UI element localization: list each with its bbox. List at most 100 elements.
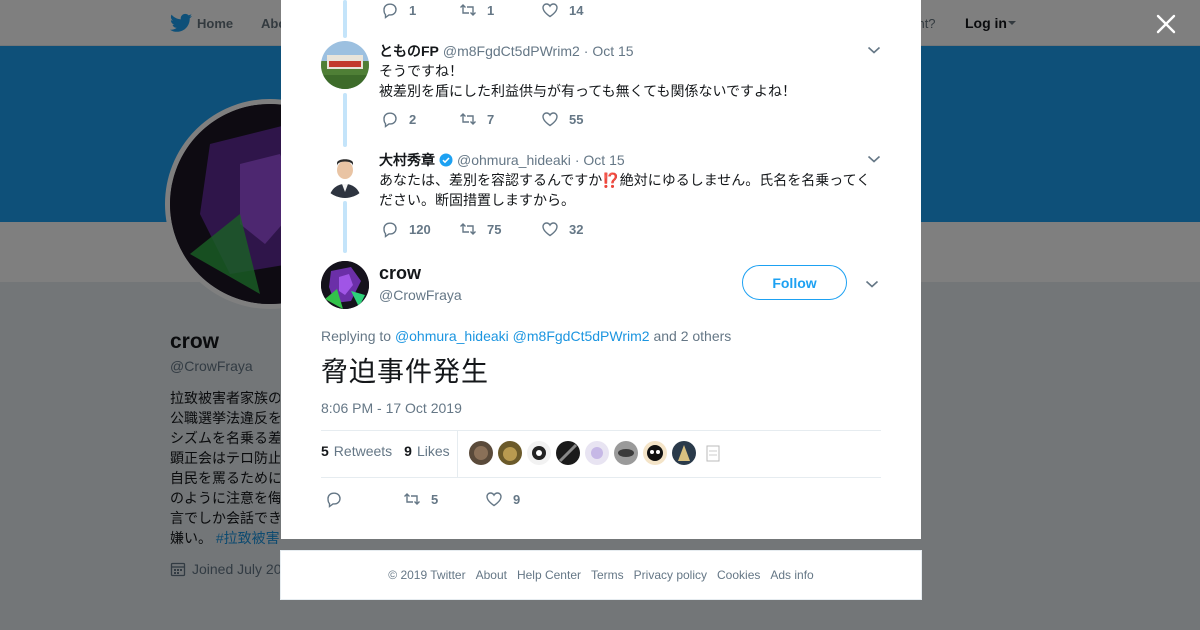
divider (321, 477, 881, 478)
tweet-modal: 1 1 14 とものFP @m8FgdCt5dPWrim2 · Oct 15 そ… (281, 0, 921, 539)
liker-avatar[interactable] (701, 441, 725, 465)
retweet-count: 1 (487, 2, 495, 18)
like-action[interactable]: 32 (541, 220, 583, 238)
reply-text-line: ださい。断固措置しますから。 (379, 192, 575, 208)
retweet-icon (460, 4, 476, 16)
retweets-stat-label: Retweets (333, 443, 393, 459)
reply-action[interactable] (325, 490, 403, 508)
tweet-actions: 5 9 (325, 490, 520, 508)
footer-help-link[interactable]: Help Center (517, 568, 581, 582)
thread-line (343, 0, 347, 38)
reply-text-line: あなたは、差別を容認するんですか⁉️絶対にゆるしません。氏名を名乗ってく (379, 172, 871, 188)
reply-tweet[interactable]: とものFP @m8FgdCt5dPWrim2 · Oct 15 そうですね！ 被… (321, 41, 881, 99)
heart-icon (486, 492, 502, 507)
heart-icon (542, 222, 558, 237)
likes-stat[interactable]: 9 Likes (404, 443, 449, 459)
tweet-author-handle[interactable]: @CrowFraya (379, 287, 462, 303)
tweet-actions: 1 1 14 (381, 1, 583, 19)
stats-separator (457, 431, 458, 477)
thread-line (343, 93, 347, 147)
liker-avatar[interactable] (585, 441, 609, 465)
reply-avatar[interactable] (321, 41, 369, 89)
reply-action[interactable]: 2 (381, 110, 459, 128)
retweet-count: 75 (487, 221, 502, 237)
reply-author-handle[interactable]: @m8FgdCt5dPWrim2 (443, 43, 580, 59)
divider (321, 430, 881, 431)
like-count: 9 (513, 491, 521, 507)
reply-avatar[interactable] (321, 150, 369, 198)
reply-text-line: 被差別を盾にした利益供与が有っても無くても関係ないですよね！ (379, 83, 797, 99)
retweet-action[interactable]: 75 (459, 220, 541, 238)
heart-icon (542, 112, 558, 127)
thread-line (343, 201, 347, 253)
likers-avatars (469, 441, 725, 465)
replying-to-link[interactable]: @m8FgdCt5dPWrim2 (513, 328, 650, 344)
reply-author-name[interactable]: とものFP (379, 41, 439, 61)
footer-terms-link[interactable]: Terms (591, 568, 624, 582)
tweet-text: 脅迫事件発生 (321, 357, 489, 388)
liker-avatar[interactable] (556, 441, 580, 465)
reply-count: 1 (409, 2, 417, 18)
close-icon[interactable] (1155, 13, 1177, 35)
like-action[interactable]: 14 (541, 1, 583, 19)
reply-icon (383, 3, 397, 19)
reply-icon (383, 222, 397, 238)
reply-count: 2 (409, 111, 417, 127)
tweet-author-name[interactable]: crow (379, 263, 421, 284)
like-action[interactable]: 9 (485, 490, 520, 508)
chevron-down-icon[interactable] (865, 279, 879, 289)
retweets-stat-count: 5 (321, 443, 329, 459)
modal-footer: © 2019 Twitter About Help Center Terms P… (280, 550, 922, 600)
retweet-action[interactable]: 5 (403, 490, 485, 508)
likes-stat-count: 9 (404, 443, 412, 459)
liker-avatar[interactable] (643, 441, 667, 465)
replying-others[interactable]: and 2 others (653, 328, 731, 344)
reply-action[interactable]: 1 (381, 1, 459, 19)
reply-header: 大村秀章 @ohmura_hideaki · Oct 15 (379, 150, 625, 170)
retweet-action[interactable]: 1 (459, 1, 541, 19)
liker-avatar[interactable] (614, 441, 638, 465)
footer-copyright: © 2019 Twitter (388, 568, 466, 582)
reply-date[interactable]: · Oct 15 (575, 152, 625, 168)
liker-avatar[interactable] (498, 441, 522, 465)
retweet-icon (404, 493, 420, 505)
liker-avatar[interactable] (469, 441, 493, 465)
footer-ads-link[interactable]: Ads info (770, 568, 813, 582)
tweet-timestamp[interactable]: 8:06 PM - 17 Oct 2019 (321, 400, 462, 416)
liker-avatar[interactable] (672, 441, 696, 465)
like-count: 55 (569, 111, 584, 127)
tweet-actions: 120 75 32 (381, 220, 583, 238)
chevron-down-icon[interactable] (867, 154, 881, 164)
footer-about-link[interactable]: About (476, 568, 507, 582)
reply-date[interactable]: · Oct 15 (584, 43, 634, 59)
reply-text-line: そうですね！ (379, 63, 463, 79)
reply-author-name[interactable]: 大村秀章 (379, 150, 435, 170)
replying-to: Replying to @ohmura_hideaki @m8FgdCt5dPW… (321, 328, 731, 344)
tweet-author-avatar[interactable] (321, 261, 369, 309)
footer-cookies-link[interactable]: Cookies (717, 568, 760, 582)
likes-stat-label: Likes (416, 443, 450, 459)
replying-to-link[interactable]: @ohmura_hideaki (395, 328, 509, 344)
tweet-stats: 5 Retweets 9 Likes (321, 443, 462, 459)
reply-header: とものFP @m8FgdCt5dPWrim2 · Oct 15 (379, 41, 634, 61)
reply-text: そうですね！ 被差別を盾にした利益供与が有っても無くても関係ないですよね！ (379, 61, 879, 101)
retweet-count: 5 (431, 491, 439, 507)
reply-text: あなたは、差別を容認するんですか⁉️絶対にゆるしません。氏名を名乗ってく ださい… (379, 170, 879, 210)
replying-prefix: Replying to (321, 328, 392, 344)
liker-avatar[interactable] (527, 441, 551, 465)
reply-icon (383, 112, 397, 128)
heart-icon (542, 3, 558, 18)
reply-author-handle[interactable]: @ohmura_hideaki (457, 152, 571, 168)
tweet-actions: 2 7 55 (381, 110, 583, 128)
like-action[interactable]: 55 (541, 110, 583, 128)
retweet-icon (460, 113, 476, 125)
chevron-down-icon[interactable] (867, 45, 881, 55)
follow-button[interactable]: Follow (742, 265, 847, 300)
retweets-stat[interactable]: 5 Retweets (321, 443, 392, 459)
retweet-action[interactable]: 7 (459, 110, 541, 128)
footer-privacy-link[interactable]: Privacy policy (634, 568, 707, 582)
retweet-count: 7 (487, 111, 495, 127)
reply-icon (327, 492, 341, 508)
reply-action[interactable]: 120 (381, 220, 459, 238)
reply-tweet[interactable]: 大村秀章 @ohmura_hideaki · Oct 15 あなたは、差別を容認… (321, 150, 881, 208)
